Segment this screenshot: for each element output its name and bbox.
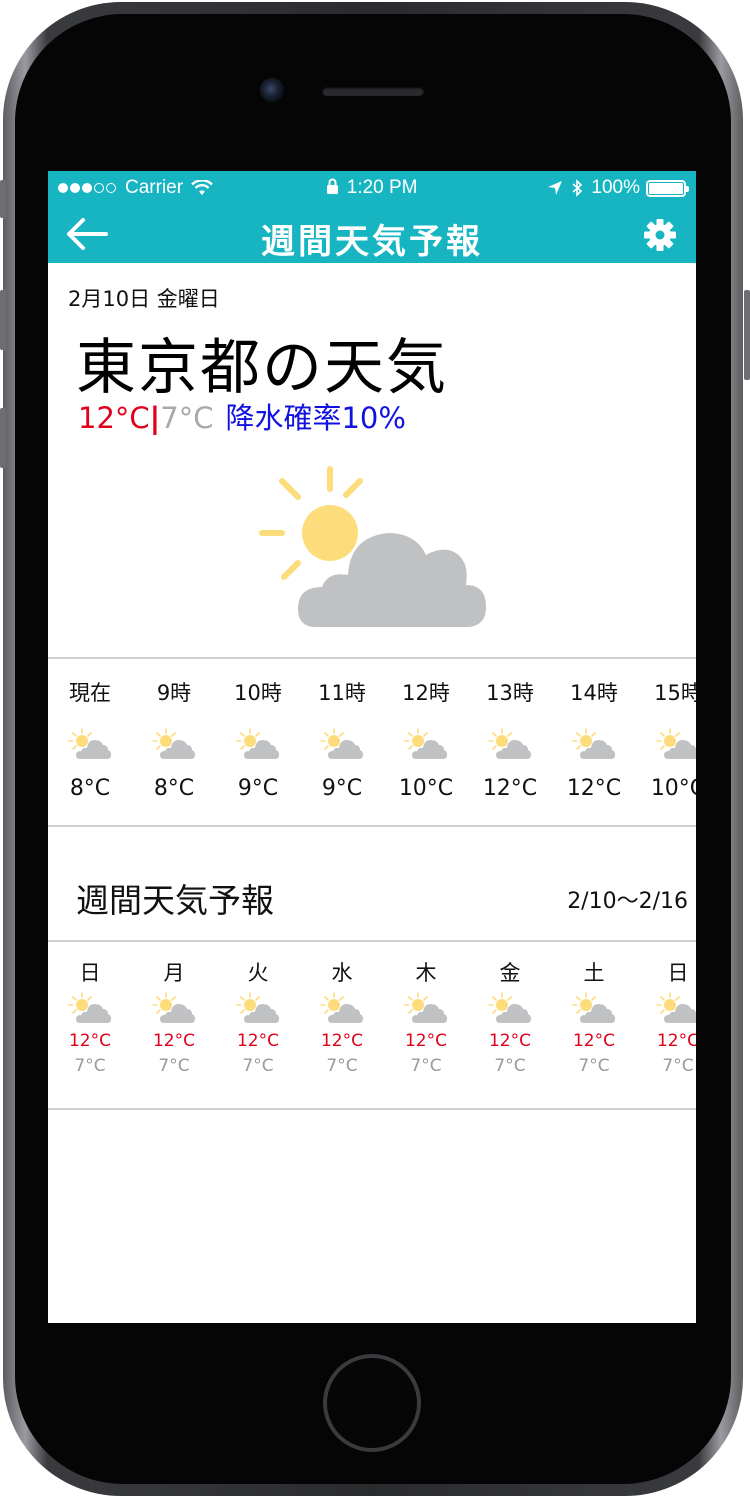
weekday-label: 土: [583, 961, 605, 985]
app-screen: Carrier 1:20 PM 100% 週間天気予報 2月10日 金曜日 東京…: [48, 171, 696, 1323]
city-weather-title: 東京都の天気: [76, 333, 448, 403]
partly-cloudy-icon: [320, 992, 363, 1023]
partly-cloudy-icon: [572, 728, 615, 759]
gear-icon[interactable]: [642, 217, 678, 253]
high-temp: 12°C: [78, 401, 150, 435]
daily-low-temp: 7°C: [74, 1056, 106, 1076]
weekly-forecast[interactable]: 日 12°C 7°C 月 12°C 7°C 火 12°C 7°C 水 12°C …: [48, 943, 696, 1109]
daily-high-temp: 12°C: [488, 1031, 531, 1051]
volume-up-button: [0, 290, 6, 350]
weekday-label: 木: [415, 961, 437, 985]
weekday-label: 月: [163, 961, 185, 985]
partly-cloudy-icon: [488, 728, 531, 759]
daily-low-temp: 7°C: [158, 1056, 190, 1076]
hour-label: 15時: [654, 681, 696, 705]
hour-temp: 8°C: [153, 776, 195, 801]
daily-high-temp: 12°C: [152, 1031, 195, 1051]
navigation-bar: 週間天気予報: [48, 205, 696, 263]
current-date: 2月10日 金曜日: [68, 287, 220, 311]
partly-cloudy-icon: [152, 992, 195, 1023]
weekly-date-range: 2/10〜2/16: [567, 889, 688, 914]
partly-cloudy-icon: [404, 728, 447, 759]
home-button[interactable]: [323, 1354, 421, 1452]
partly-cloudy-icon: [236, 728, 279, 759]
front-camera: [260, 78, 284, 102]
low-temp: 7°C: [160, 401, 214, 435]
daily-low-temp: 7°C: [662, 1056, 694, 1076]
battery-percent: 100%: [591, 177, 640, 198]
hour-label: 11時: [318, 681, 366, 705]
hour-label: 10時: [234, 681, 282, 705]
partly-cloudy-icon: [656, 728, 696, 759]
bluetooth-icon: [572, 179, 583, 197]
partly-cloudy-icon: [404, 992, 447, 1023]
partly-cloudy-icon: [236, 992, 279, 1023]
daily-high-temp: 12°C: [320, 1031, 363, 1051]
daily-low-temp: 7°C: [410, 1056, 442, 1076]
power-button: [744, 290, 750, 380]
daily-low-temp: 7°C: [494, 1056, 526, 1076]
precipitation-chance: 降水確率10%: [225, 401, 406, 435]
hour-label: 13時: [486, 681, 534, 705]
daily-high-temp: 12°C: [236, 1031, 279, 1051]
daily-low-temp: 7°C: [242, 1056, 274, 1076]
hour-label: 9時: [156, 681, 192, 705]
partly-cloudy-icon: [488, 992, 531, 1023]
current-temps: 12°C|7°C 降水確率10%: [78, 395, 406, 437]
weekday-label: 日: [667, 961, 689, 985]
daily-low-temp: 7°C: [578, 1056, 610, 1076]
partly-cloudy-icon: [259, 466, 486, 627]
volume-down-button: [0, 408, 6, 468]
divider: [48, 1108, 696, 1110]
earpiece-speaker: [322, 87, 424, 96]
partly-cloudy-icon: [68, 992, 111, 1023]
status-bar: Carrier 1:20 PM 100%: [48, 171, 696, 205]
weekday-label: 日: [79, 961, 101, 985]
partly-cloudy-icon: [572, 992, 615, 1023]
hour-temp: 8°C: [69, 776, 111, 801]
partly-cloudy-icon: [656, 992, 696, 1023]
hour-label: 現在: [69, 681, 111, 705]
daily-high-temp: 12°C: [68, 1031, 111, 1051]
hour-temp: 9°C: [237, 776, 279, 801]
weekly-section-title: 週間天気予報: [76, 881, 274, 920]
hour-temp: 10°C: [650, 776, 696, 801]
lock-icon: [327, 178, 339, 194]
divider: [48, 940, 696, 942]
hourly-forecast[interactable]: 現在 8°C 9時 8°C 10時 9°C 11時 9°C 12時 10°C 1…: [48, 661, 696, 827]
temp-separator: |: [149, 401, 161, 435]
daily-low-temp: 7°C: [326, 1056, 358, 1076]
divider: [48, 825, 696, 827]
partly-cloudy-icon: [68, 728, 111, 759]
hour-temp: 9°C: [321, 776, 363, 801]
hour-label: 12時: [402, 681, 450, 705]
daily-high-temp: 12°C: [656, 1031, 696, 1051]
status-right: 100%: [547, 177, 689, 199]
mute-switch: [0, 180, 6, 218]
hour-temp: 12°C: [566, 776, 622, 801]
battery-icon: [646, 179, 689, 197]
hour-temp: 12°C: [482, 776, 538, 801]
status-time: 1:20 PM: [346, 177, 418, 198]
daily-high-temp: 12°C: [404, 1031, 447, 1051]
weekday-label: 金: [499, 961, 521, 985]
weekday-label: 火: [247, 961, 269, 985]
hour-label: 14時: [570, 681, 618, 705]
partly-cloudy-icon: [152, 728, 195, 759]
divider: [48, 657, 696, 659]
daily-high-temp: 12°C: [572, 1031, 615, 1051]
hour-temp: 10°C: [398, 776, 454, 801]
weekday-label: 水: [331, 961, 353, 985]
partly-cloudy-icon: [320, 728, 363, 759]
location-arrow-icon: [548, 181, 563, 195]
page-title: 週間天気予報: [261, 222, 483, 262]
